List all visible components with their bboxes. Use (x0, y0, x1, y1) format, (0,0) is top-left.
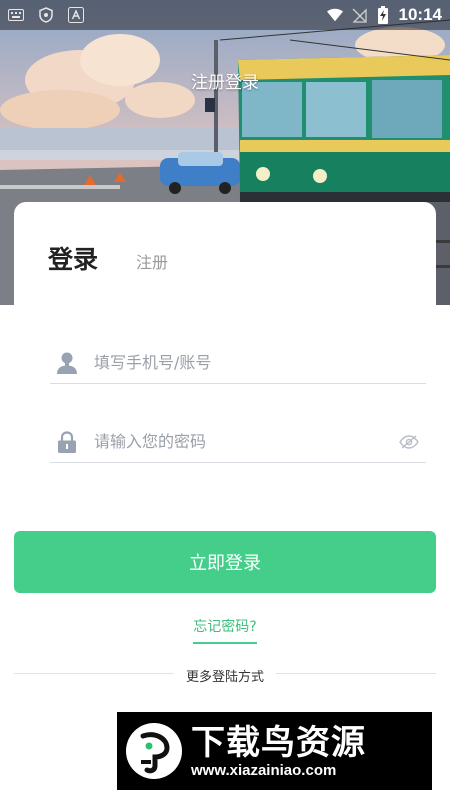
login-button[interactable]: 立即登录 (14, 531, 436, 593)
more-login-methods-label: 更多登陆方式 (173, 670, 276, 685)
a-badge-icon (68, 7, 84, 23)
tab-login[interactable]: 登录 (48, 240, 98, 276)
password-field (50, 421, 426, 463)
watermark-url: www.xiazainiao.com (191, 761, 337, 779)
login-card: 登录 注册 立即登录 (14, 202, 436, 800)
status-time: 10:14 (398, 5, 442, 24)
wifi-icon (326, 7, 343, 23)
keyboard-icon (8, 7, 24, 23)
password-input[interactable] (94, 426, 398, 457)
eye-off-icon[interactable] (398, 431, 420, 453)
forgot-password-link[interactable]: 忘记密码? (193, 616, 257, 644)
user-icon (56, 351, 78, 375)
watermark-title: 下载鸟资源 (191, 722, 366, 763)
page-title: 注册登录 (191, 73, 259, 93)
more-login-methods: 更多登陆方式 (14, 666, 436, 685)
watermark-banner: 下载鸟资源 www.xiazainiao.com (117, 712, 432, 790)
account-input[interactable] (94, 347, 426, 378)
lock-icon (56, 430, 78, 454)
watermark-text: 下载鸟资源 www.xiazainiao.com (191, 724, 366, 779)
tab-register[interactable]: 注册 (136, 249, 168, 273)
auth-tabs: 登录 注册 (48, 240, 168, 276)
forgot-password: 忘记密码? (14, 616, 436, 644)
watermark-logo (126, 723, 182, 779)
battery-charging-icon (375, 6, 391, 24)
shield-icon (38, 7, 54, 23)
account-field (50, 342, 426, 384)
no-sim-icon (351, 7, 367, 23)
status-bar: 10:14 (0, 0, 450, 30)
